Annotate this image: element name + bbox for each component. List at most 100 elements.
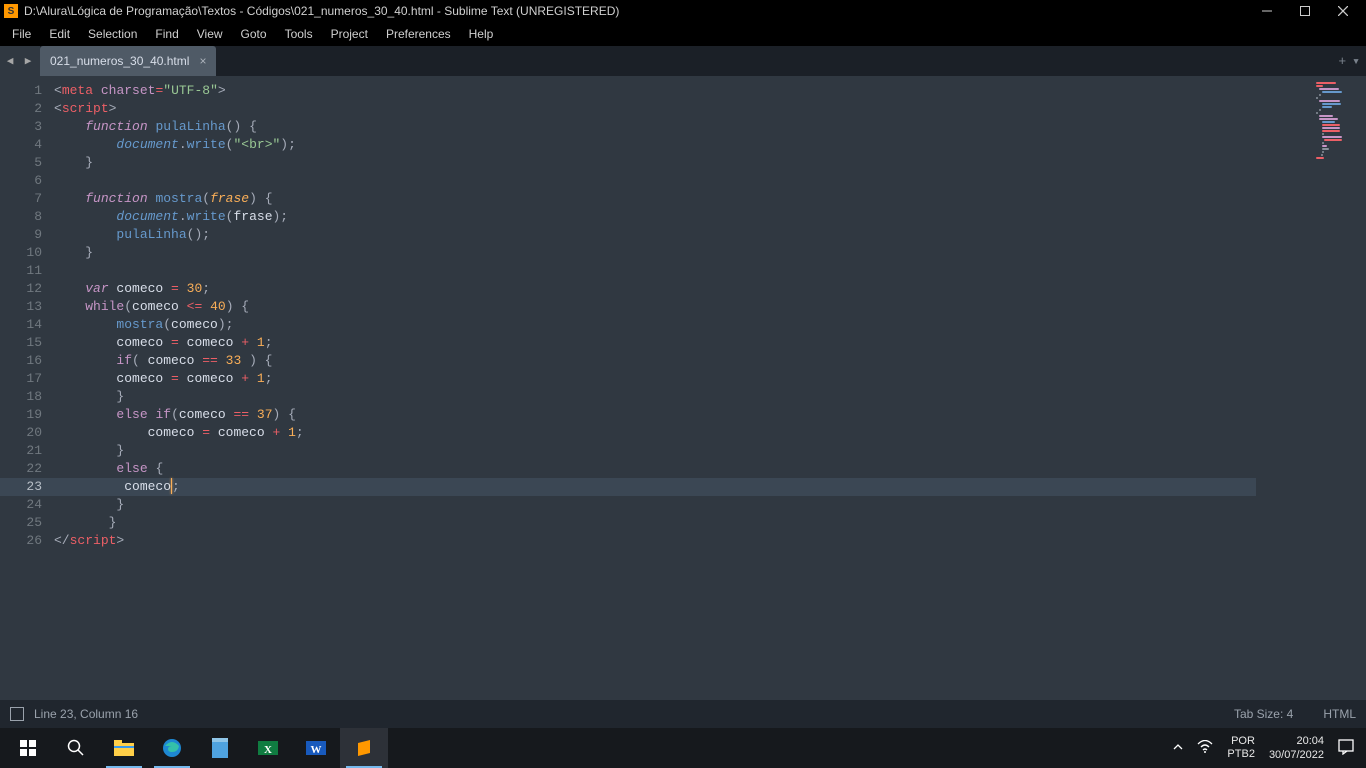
status-bar: Line 23, Column 16 Tab Size: 4 HTML — [0, 700, 1366, 728]
menu-project[interactable]: Project — [323, 22, 376, 46]
code-line[interactable]: var comeco = 30; — [54, 280, 1256, 298]
code-line[interactable]: </script> — [54, 532, 1256, 550]
line-number: 3 — [0, 118, 42, 136]
line-number: 16 — [0, 352, 42, 370]
tab-close-icon[interactable]: × — [199, 54, 206, 68]
code-line[interactable]: <meta charset="UTF-8"> — [54, 82, 1256, 100]
sublime-text-icon[interactable] — [340, 728, 388, 768]
tab-spacer — [218, 46, 1332, 76]
svg-text:X: X — [264, 744, 272, 756]
tab-controls: + ▾ — [1332, 46, 1366, 76]
tab-label: 021_numeros_30_40.html — [50, 54, 189, 68]
code-line[interactable]: document.write("<br>"); — [54, 136, 1256, 154]
window-title: D:\Alura\Lógica de Programação\Textos - … — [24, 4, 1248, 18]
notifications-icon[interactable] — [1338, 739, 1354, 758]
code-line[interactable]: function pulaLinha() { — [54, 118, 1256, 136]
code-line[interactable]: } — [54, 388, 1256, 406]
nav-forward-button[interactable]: ▶ — [20, 53, 36, 69]
line-number: 11 — [0, 262, 42, 280]
tab-size-selector[interactable]: Tab Size: 4 — [1234, 707, 1293, 721]
editor-area: 1234567891011121314151617181920212223242… — [0, 76, 1366, 700]
line-number-gutter: 1234567891011121314151617181920212223242… — [0, 76, 54, 700]
code-line[interactable]: comeco; — [54, 478, 1256, 496]
menu-preferences[interactable]: Preferences — [378, 22, 459, 46]
wifi-icon[interactable] — [1197, 740, 1213, 757]
app-logo-icon: S — [4, 4, 18, 18]
line-number: 8 — [0, 208, 42, 226]
language-indicator[interactable]: POR PTB2 — [1227, 735, 1255, 761]
line-number: 24 — [0, 496, 42, 514]
syntax-selector[interactable]: HTML — [1323, 707, 1356, 721]
code-line[interactable]: if( comeco == 33 ) { — [54, 352, 1256, 370]
line-number: 5 — [0, 154, 42, 172]
menu-view[interactable]: View — [189, 22, 231, 46]
line-number: 7 — [0, 190, 42, 208]
clock[interactable]: 20:04 30/07/2022 — [1269, 734, 1324, 762]
code-line[interactable]: mostra(comeco); — [54, 316, 1256, 334]
menu-edit[interactable]: Edit — [41, 22, 78, 46]
windows-taskbar: X W POR PTB2 20:04 30/07/2022 — [0, 728, 1366, 768]
panel-switcher-icon[interactable] — [10, 707, 24, 721]
nav-back-button[interactable]: ◀ — [2, 53, 18, 69]
code-line[interactable]: document.write(frase); — [54, 208, 1256, 226]
code-line[interactable]: else { — [54, 460, 1256, 478]
edge-browser-icon[interactable] — [148, 728, 196, 768]
maximize-button[interactable] — [1286, 0, 1324, 22]
line-number: 10 — [0, 244, 42, 262]
code-line[interactable]: comeco = comeco + 1; — [54, 424, 1256, 442]
line-number: 20 — [0, 424, 42, 442]
line-number: 25 — [0, 514, 42, 532]
code-line[interactable]: } — [54, 244, 1256, 262]
line-number: 17 — [0, 370, 42, 388]
code-line[interactable]: } — [54, 514, 1256, 532]
code-line[interactable]: else if(comeco == 37) { — [54, 406, 1256, 424]
notepad-icon[interactable] — [196, 728, 244, 768]
line-number: 19 — [0, 406, 42, 424]
code-line[interactable]: <script> — [54, 100, 1256, 118]
menu-selection[interactable]: Selection — [80, 22, 145, 46]
line-number: 2 — [0, 100, 42, 118]
code-line[interactable] — [54, 262, 1256, 280]
tray-chevron-icon[interactable] — [1173, 742, 1183, 755]
tab-active[interactable]: 021_numeros_30_40.html × — [40, 46, 216, 76]
code-line[interactable]: } — [54, 442, 1256, 460]
minimize-button[interactable] — [1248, 0, 1286, 22]
menu-file[interactable]: File — [4, 22, 39, 46]
excel-icon[interactable]: X — [244, 728, 292, 768]
code-area[interactable]: <meta charset="UTF-8"><script> function … — [54, 76, 1256, 700]
tab-bar: 021_numeros_30_40.html × + ▾ — [40, 46, 1366, 76]
code-line[interactable]: comeco = comeco + 1; — [54, 370, 1256, 388]
word-icon[interactable]: W — [292, 728, 340, 768]
close-button[interactable] — [1324, 0, 1362, 22]
code-line[interactable]: } — [54, 154, 1256, 172]
line-number: 4 — [0, 136, 42, 154]
menu-find[interactable]: Find — [147, 22, 186, 46]
line-number: 12 — [0, 280, 42, 298]
new-tab-button[interactable]: + — [1338, 54, 1346, 69]
line-number: 9 — [0, 226, 42, 244]
tab-nav-row: ◀ ▶ 021_numeros_30_40.html × + ▾ — [0, 46, 1366, 76]
search-button[interactable] — [52, 728, 100, 768]
svg-text:W: W — [311, 744, 322, 756]
line-number: 18 — [0, 388, 42, 406]
code-line[interactable] — [54, 172, 1256, 190]
file-explorer-icon[interactable] — [100, 728, 148, 768]
line-number: 21 — [0, 442, 42, 460]
code-line[interactable]: function mostra(frase) { — [54, 190, 1256, 208]
code-line[interactable]: pulaLinha(); — [54, 226, 1256, 244]
code-line[interactable]: comeco = comeco + 1; — [54, 334, 1256, 352]
titlebar: S D:\Alura\Lógica de Programação\Textos … — [0, 0, 1366, 22]
line-number: 13 — [0, 298, 42, 316]
line-number: 1 — [0, 82, 42, 100]
menu-goto[interactable]: Goto — [233, 22, 275, 46]
menu-tools[interactable]: Tools — [277, 22, 321, 46]
line-number: 26 — [0, 532, 42, 550]
code-line[interactable]: } — [54, 496, 1256, 514]
menu-help[interactable]: Help — [461, 22, 502, 46]
code-line[interactable]: while(comeco <= 40) { — [54, 298, 1256, 316]
line-number: 23 — [0, 478, 54, 496]
minimap[interactable] — [1256, 76, 1366, 700]
tab-menu-button[interactable]: ▾ — [1352, 54, 1360, 69]
line-number: 15 — [0, 334, 42, 352]
start-button[interactable] — [4, 728, 52, 768]
